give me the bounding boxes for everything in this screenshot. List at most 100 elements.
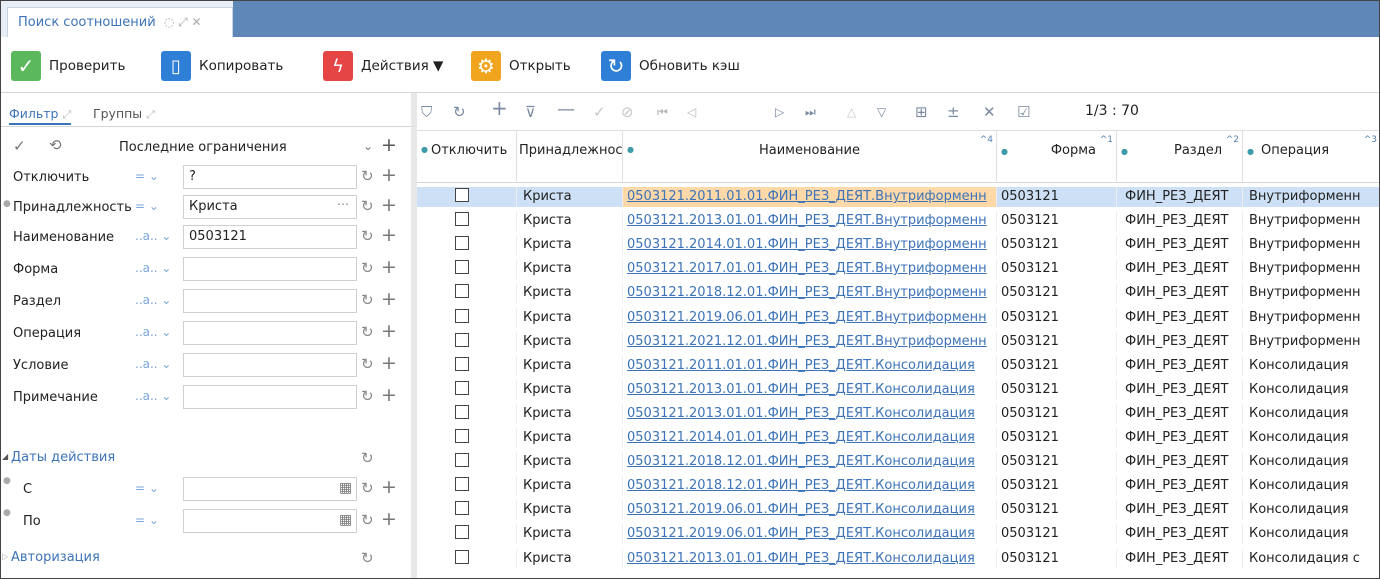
table-row[interactable]: Криста 0503121.2011.01.01.ФИН_РЕЗ_ДЕЯТ.Вн… (417, 187, 1379, 207)
disable-checkbox[interactable] (455, 260, 469, 275)
refresh-icon[interactable]: ↻ (361, 449, 374, 467)
table-row[interactable]: Криста 0503121.2013.01.01.ФИН_РЕЗ_ДЕЯТ.Ко… (417, 379, 1379, 400)
filter-row-icon[interactable]: ⊽ (525, 101, 536, 123)
relation-link[interactable]: 0503121.2017.01.01.ФИН_РЕЗ_ДЕЯТ.Внутрифо… (627, 261, 987, 276)
relation-link[interactable]: 0503121.2018.12.01.ФИН_РЕЗ_ДЕЯТ.Консолид… (627, 454, 975, 469)
tab-groups[interactable]: Группы ⤢ (93, 103, 155, 125)
add-icon[interactable]: + (381, 256, 399, 278)
next-page-icon[interactable]: ▷ (775, 101, 784, 123)
table-row[interactable]: Криста 0503121.2019.06.01.ФИН_РЕЗ_ДЕЯТ.Ко… (417, 500, 1379, 521)
filter-field-input[interactable] (183, 385, 357, 409)
first-page-icon[interactable]: ⏮ (657, 101, 668, 123)
add-icon[interactable]: + (381, 164, 399, 186)
chevron-down-icon[interactable]: ⌄ (363, 139, 373, 153)
disable-checkbox[interactable] (455, 429, 469, 443)
calendar-icon[interactable]: ▦ (339, 480, 352, 496)
cancel-icon[interactable]: ⊘ (621, 101, 634, 123)
table-row[interactable]: Криста 0503121.2013.01.01.ФИН_РЕЗ_ДЕЯТ.Ко… (417, 403, 1379, 424)
relation-link[interactable]: 0503121.2018.12.01.ФИН_РЕЗ_ДЕЯТ.Консолид… (627, 478, 975, 493)
col-header-operation[interactable]: ● Операция ^3 (1243, 131, 1379, 183)
relation-link[interactable]: 0503121.2014.01.01.ФИН_РЕЗ_ДЕЯТ.Консолид… (627, 430, 975, 445)
disable-checkbox[interactable] (455, 404, 469, 419)
dates-section-header[interactable]: ◢ Даты действия ↻ (1, 445, 411, 471)
col-header-form[interactable]: ● Форма ^1 (997, 131, 1117, 183)
filter-field-input[interactable] (183, 321, 357, 345)
refresh-icon[interactable]: ↻ (453, 101, 466, 123)
filter-field-input[interactable]: Криста (183, 195, 357, 219)
open-button[interactable]: ⚙ Открыть (471, 49, 571, 83)
checkbox-toggle-icon[interactable]: ☑ (1017, 101, 1030, 123)
relation-link[interactable]: 0503121.2019.06.01.ФИН_РЕЗ_ДЕЯТ.Консолид… (627, 502, 975, 517)
filter-operator[interactable]: ..a.. ⌄ (135, 229, 181, 243)
disable-checkbox[interactable] (455, 501, 469, 516)
disable-checkbox[interactable] (455, 477, 469, 492)
filter-operator[interactable]: ..a.. ⌄ (135, 293, 181, 307)
table-row[interactable]: Криста 0503121.2021.12.01.ФИН_РЕЗ_ДЕЯТ.Вн… (417, 331, 1379, 352)
col-header-disable[interactable]: ● Отключить (417, 131, 517, 183)
table-row[interactable]: Криста 0503121.2019.06.01.ФИН_РЕЗ_ДЕЯТ.Вн… (417, 307, 1379, 328)
tab-search-relations[interactable]: Поиск соотношений ◌ ⤢ ✕ (7, 7, 233, 37)
disable-checkbox[interactable] (455, 236, 469, 251)
filter-operator[interactable]: = ⌄ (135, 199, 181, 213)
table-row[interactable]: Криста 0503121.2019.06.01.ФИН_РЕЗ_ДЕЯТ.Ко… (417, 524, 1379, 545)
accept-icon[interactable]: ✓ (593, 101, 606, 123)
relation-link[interactable]: 0503121.2019.06.01.ФИН_РЕЗ_ДЕЯТ.Внутрифо… (627, 310, 987, 325)
refresh-icon[interactable]: ↻ (361, 197, 377, 215)
filter-operator[interactable]: = ⌄ (135, 169, 181, 183)
add-icon[interactable]: + (381, 508, 399, 530)
add-icon[interactable]: + (381, 194, 399, 216)
relation-link[interactable]: 0503121.2011.01.01.ФИН_РЕЗ_ДЕЯТ.Консолид… (627, 358, 975, 373)
add-icon[interactable]: + (381, 320, 399, 342)
calendar-icon[interactable]: ▦ (339, 512, 352, 528)
filter-funnel-icon[interactable]: ⛉ (421, 101, 432, 123)
delete-row-icon[interactable]: — (557, 98, 575, 120)
col-header-section[interactable]: ● Раздел ^2 (1117, 131, 1243, 183)
filter-operator[interactable]: ..a.. ⌄ (135, 357, 181, 371)
table-row[interactable]: Криста 0503121.2018.12.01.ФИН_РЕЗ_ДЕЯТ.Вн… (417, 283, 1379, 304)
relation-link[interactable]: 0503121.2021.12.01.ФИН_РЕЗ_ДЕЯТ.Внутрифо… (627, 334, 987, 349)
filter-field-input[interactable] (183, 257, 357, 281)
add-row-icon[interactable]: + (491, 96, 508, 120)
add-icon[interactable]: + (381, 224, 399, 246)
table-row[interactable]: Криста 0503121.2018.12.01.ФИН_РЕЗ_ДЕЯТ.Ко… (417, 452, 1379, 473)
filter-operator[interactable]: ..a.. ⌄ (135, 325, 181, 339)
disable-checkbox[interactable] (455, 453, 469, 468)
add-icon[interactable]: + (381, 352, 399, 374)
refresh-cache-button[interactable]: ↻ Обновить кэш (601, 49, 740, 83)
refresh-icon[interactable]: ↻ (361, 511, 377, 529)
filter-operator[interactable]: ..a.. ⌄ (135, 261, 181, 275)
apply-check-icon[interactable]: ✓ (13, 137, 26, 155)
disable-checkbox[interactable] (455, 549, 469, 564)
date-to-operator[interactable]: = ⌄ (135, 513, 181, 527)
relation-link[interactable]: 0503121.2013.01.01.ФИН_РЕЗ_ДЕЯТ.Консолид… (627, 382, 975, 397)
relation-link[interactable]: 0503121.2018.12.01.ФИН_РЕЗ_ДЕЯТ.Внутрифо… (627, 285, 987, 300)
tab-controls-icon[interactable]: ◌ ⤢ ✕ (164, 15, 202, 29)
table-row[interactable]: Криста 0503121.2013.01.01.ФИН_РЕЗ_ДЕЯТ.Вн… (417, 211, 1379, 232)
refresh-icon[interactable]: ↻ (361, 323, 377, 341)
disable-checkbox[interactable] (455, 284, 469, 299)
sort-asc-icon[interactable]: △ (847, 101, 856, 123)
refresh-icon[interactable]: ↻ (361, 167, 377, 185)
check-button[interactable]: ✓ Проверить (11, 49, 125, 83)
disable-checkbox[interactable] (455, 212, 469, 227)
refresh-icon[interactable]: ↻ (361, 291, 377, 309)
table-row[interactable]: Криста 0503121.2011.01.01.ФИН_РЕЗ_ДЕЯТ.Ко… (417, 355, 1379, 376)
refresh-icon[interactable]: ↻ (361, 549, 374, 567)
prev-page-icon[interactable]: ◁ (687, 101, 696, 123)
filter-field-input[interactable] (183, 353, 357, 377)
close-icon[interactable]: ✕ (983, 101, 996, 123)
date-from-operator[interactable]: = ⌄ (135, 481, 181, 495)
refresh-icon[interactable]: ↻ (361, 479, 377, 497)
copy-button[interactable]: ▯ Копировать (161, 49, 283, 83)
filter-field-input[interactable]: ? (183, 165, 357, 189)
relation-link[interactable]: 0503121.2011.01.01.ФИН_РЕЗ_ДЕЯТ.Внутрифо… (627, 189, 987, 204)
col-header-owner[interactable]: Принадлежность (517, 131, 623, 183)
refresh-icon[interactable]: ↻ (361, 259, 377, 277)
table-row[interactable]: Криста 0503121.2018.12.01.ФИН_РЕЗ_ДЕЯТ.Ко… (417, 476, 1379, 497)
refresh-icon[interactable]: ↻ (361, 227, 377, 245)
table-row[interactable]: Криста 0503121.2014.01.01.ФИН_РЕЗ_ДЕЯТ.Вн… (417, 235, 1379, 256)
relation-link[interactable]: 0503121.2013.01.01.ФИН_РЕЗ_ДЕЯТ.Внутрифо… (627, 213, 987, 228)
filter-reset-icon[interactable]: ⟲ (49, 136, 62, 154)
disable-checkbox[interactable] (455, 356, 469, 371)
relation-link[interactable]: 0503121.2013.01.01.ФИН_РЕЗ_ДЕЯТ.Консолид… (627, 551, 975, 566)
